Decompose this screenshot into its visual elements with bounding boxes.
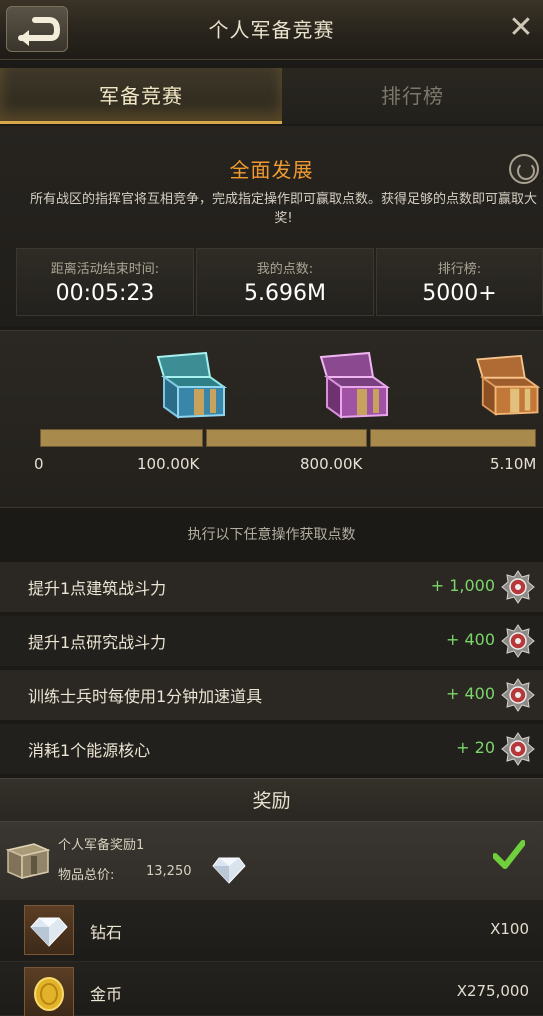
task-name: 训练士兵时每使用1分钟加速道具 (28, 687, 263, 706)
orange-chest-icon[interactable] (470, 349, 543, 421)
task-row: 提升1点研究战斗力 + 400 (0, 616, 543, 666)
reward-item-name: 钻石 (90, 923, 123, 942)
reward-item-qty: X100 (490, 920, 529, 938)
reward-item-row: 钻石 X100 (0, 900, 543, 962)
blue-chest-icon[interactable] (150, 349, 230, 421)
claimed-check-icon (493, 840, 525, 869)
reward-pack-name: 个人军备奖励1 (58, 838, 145, 853)
task-name: 提升1点研究战斗力 (28, 633, 167, 652)
reward-item-qty: X275,000 (456, 982, 529, 1000)
task-points: + 1,000 (430, 576, 495, 595)
milestone-label: 0 (34, 455, 44, 473)
task-name: 提升1点建筑战斗力 (28, 579, 167, 598)
page-title: 个人军备竞赛 (208, 18, 335, 42)
reward-item-icon-frame (24, 967, 74, 1016)
purple-chest-icon[interactable] (313, 349, 393, 421)
points-medal-icon (501, 732, 535, 766)
stat-label: 距离活动结束时间: (50, 262, 160, 277)
reward-item-row: 金币 X275,000 (0, 962, 543, 1016)
diamond-icon (212, 857, 246, 884)
reward-pack-row[interactable]: 个人军备奖励1 物品总价: 13,250 (0, 822, 543, 900)
reward-item-name: 金币 (90, 985, 123, 1004)
milestone-label: 100.00K (137, 455, 200, 473)
tab-leaderboard[interactable]: 排行榜 (282, 68, 543, 124)
task-row: 训练士兵时每使用1分钟加速道具 + 400 (0, 670, 543, 720)
stat-value: 00:05:23 (55, 281, 155, 306)
stats-row: 距离活动结束时间: 00:05:23 我的点数: 5.696M 排行榜: 500… (16, 248, 543, 316)
tab-bar: 军备竞赛 排行榜 (0, 60, 543, 126)
task-points: + 400 (445, 630, 495, 649)
stat-ranking[interactable]: 排行榜: 5000+ (376, 248, 543, 316)
task-points: + 20 (456, 738, 495, 757)
top-bar: 个人军备竞赛 ✕ (0, 0, 543, 60)
reward-header: 奖励 (0, 778, 543, 822)
event-description: 所有战区的指挥官将互相竞争，完成指定操作即可赢取点数。获得足够的点数即可赢取大奖… (29, 192, 537, 226)
gold-coin-icon (34, 977, 64, 1011)
stat-value: 5000+ (422, 281, 497, 306)
stat-label: 排行榜: (437, 262, 482, 277)
progress-segment (40, 429, 203, 447)
task-name: 消耗1个能源核心 (28, 741, 151, 760)
stat-my-points: 我的点数: 5.696M (196, 248, 374, 316)
milestone-progress: 0 100.00K 800.00K 5.10M (0, 330, 543, 508)
milestone-label: 800.00K (300, 455, 363, 473)
tasks-header: 执行以下任意操作获取点数 (187, 527, 356, 543)
points-medal-icon (501, 624, 535, 658)
points-medal-icon (501, 570, 535, 604)
reward-item-icon-frame (24, 905, 74, 955)
event-title: 全面发展 (229, 158, 314, 182)
points-medal-icon (501, 678, 535, 712)
task-points: + 400 (445, 684, 495, 703)
reward-pack-price-value: 13,250 (146, 864, 192, 879)
info-icon[interactable] (509, 154, 539, 184)
stat-time-remaining: 距离活动结束时间: 00:05:23 (16, 248, 194, 316)
progress-segment (370, 429, 536, 447)
stat-label: 我的点数: (256, 262, 314, 277)
task-row: 消耗1个能源核心 + 20 (0, 724, 543, 774)
diamond-icon (30, 917, 68, 947)
reward-pack-price-label: 物品总价: (58, 868, 115, 883)
milestone-label: 5.10M (490, 455, 537, 473)
progress-segment (206, 429, 367, 447)
tab-arms-race[interactable]: 军备竞赛 (0, 68, 282, 124)
reward-box-icon (5, 843, 51, 880)
task-row: 提升1点建筑战斗力 + 1,000 (0, 562, 543, 612)
close-icon[interactable]: ✕ (505, 10, 537, 46)
stat-value: 5.696M (244, 281, 326, 306)
